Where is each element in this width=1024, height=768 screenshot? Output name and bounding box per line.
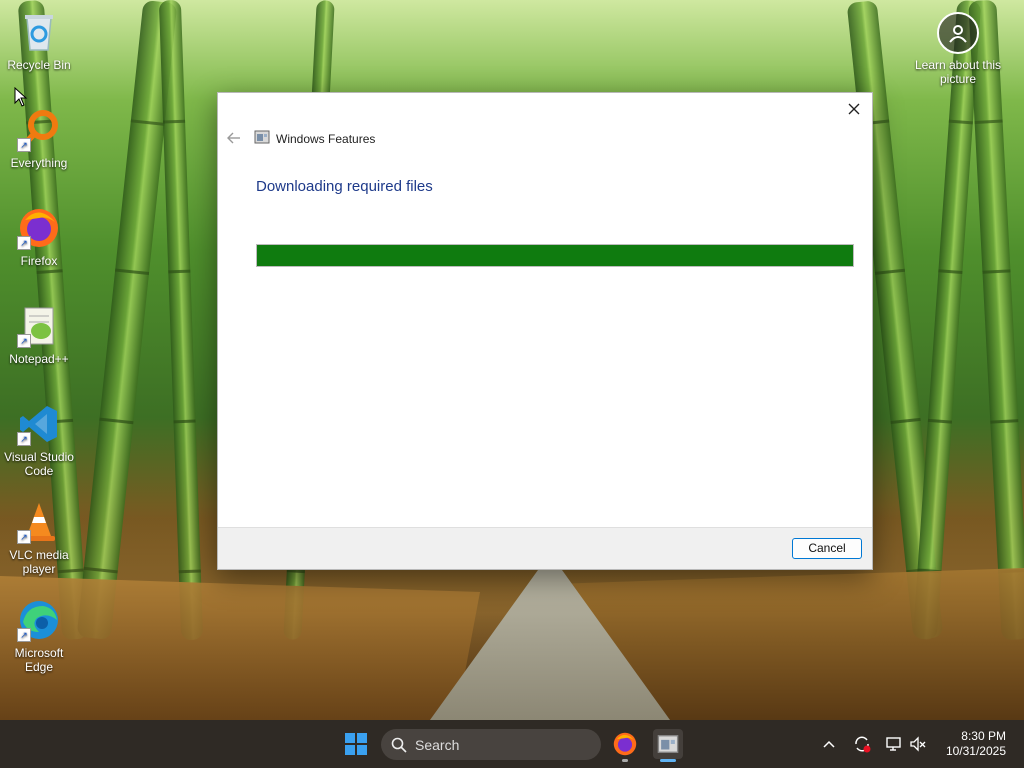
back-arrow-icon — [227, 132, 240, 144]
sync-alert-icon[interactable] — [852, 734, 872, 754]
taskbar-app-windows-features[interactable] — [653, 729, 683, 762]
vscode-icon: ↗ — [17, 402, 61, 446]
clock-time: 8:30 PM — [961, 729, 1006, 743]
shortcut-arrow-icon: ↗ — [17, 628, 31, 642]
search-placeholder: Search — [415, 736, 460, 753]
vlc-icon: ↗ — [17, 500, 61, 544]
shortcut-arrow-icon: ↗ — [17, 138, 31, 152]
desktop-icon-firefox[interactable]: ↗ Firefox — [0, 206, 78, 268]
desktop-icon-notepad-plus-plus[interactable]: ↗ Notepad++ — [0, 304, 78, 366]
shortcut-arrow-icon: ↗ — [17, 236, 31, 250]
back-button[interactable] — [224, 128, 244, 148]
recycle-bin-icon — [17, 10, 61, 54]
desktop-icon-label: Everything — [10, 156, 68, 170]
taskbar-app-firefox[interactable] — [610, 729, 640, 762]
edge-icon: ↗ — [17, 598, 61, 642]
dialog-heading: Downloading required files — [256, 178, 433, 195]
desktop-icon-everything[interactable]: ↗ Everything — [0, 108, 78, 170]
taskbar-clock[interactable]: 8:30 PM 10/31/2025 — [946, 729, 1006, 759]
desktop-icon-recycle-bin[interactable]: Recycle Bin — [0, 10, 78, 72]
windows-features-icon — [657, 735, 679, 753]
dialog-title-row: Windows Features — [254, 129, 375, 148]
close-button[interactable] — [842, 97, 866, 121]
firefox-icon: ↗ — [17, 206, 61, 250]
system-tray: 8:30 PM 10/31/2025 — [804, 720, 1024, 768]
shortcut-arrow-icon: ↗ — [17, 334, 31, 348]
learn-picture-icon — [937, 12, 979, 54]
desktop: Recycle Bin ↗ Everything ↗ Firefox ↗ Not… — [0, 0, 1024, 720]
desktop-icon-label: Notepad++ — [9, 352, 69, 366]
desktop-icon-vscode[interactable]: ↗ Visual Studio Code — [0, 402, 78, 478]
cancel-button[interactable]: Cancel — [792, 538, 862, 559]
dialog-title: Windows Features — [276, 131, 376, 146]
desktop-icon-label: Recycle Bin — [7, 58, 71, 72]
learn-about-picture-label: Learn about this picture — [914, 58, 1002, 86]
shortcut-arrow-icon: ↗ — [17, 530, 31, 544]
download-progress-bar — [256, 244, 854, 267]
desktop-icon-label: VLC media player — [9, 548, 69, 576]
network-icon[interactable] — [884, 734, 904, 754]
windows-features-icon — [254, 129, 270, 148]
desktop-icon-label: Visual Studio Code — [4, 450, 74, 478]
start-button[interactable] — [344, 732, 368, 756]
progress-fill — [257, 245, 853, 266]
windows-features-dialog: Windows Features Downloading required fi… — [217, 92, 873, 570]
shortcut-arrow-icon: ↗ — [17, 432, 31, 446]
chevron-up-icon[interactable] — [819, 734, 839, 754]
search-icon — [391, 737, 407, 753]
taskbar: Search 8:30 PM 10/31/2025 — [0, 720, 1024, 768]
desktop-icon-label: Microsoft Edge — [14, 646, 64, 674]
learn-about-picture[interactable]: Learn about this picture — [900, 12, 1016, 86]
firefox-icon — [613, 732, 637, 756]
clock-date: 10/31/2025 — [945, 744, 1006, 758]
notepad-plus-plus-icon: ↗ — [17, 304, 61, 348]
desktop-icon-vlc[interactable]: ↗ VLC media player — [0, 500, 78, 576]
desktop-icon-label: Firefox — [20, 254, 58, 268]
dialog-footer: Cancel — [218, 527, 872, 569]
close-icon — [848, 103, 860, 115]
windows-logo-icon — [345, 733, 367, 755]
mouse-cursor-icon — [14, 86, 28, 112]
everything-search-icon: ↗ — [17, 108, 61, 152]
desktop-icon-edge[interactable]: ↗ Microsoft Edge — [0, 598, 78, 674]
taskbar-search[interactable]: Search — [381, 729, 601, 760]
volume-muted-icon[interactable] — [908, 734, 928, 754]
